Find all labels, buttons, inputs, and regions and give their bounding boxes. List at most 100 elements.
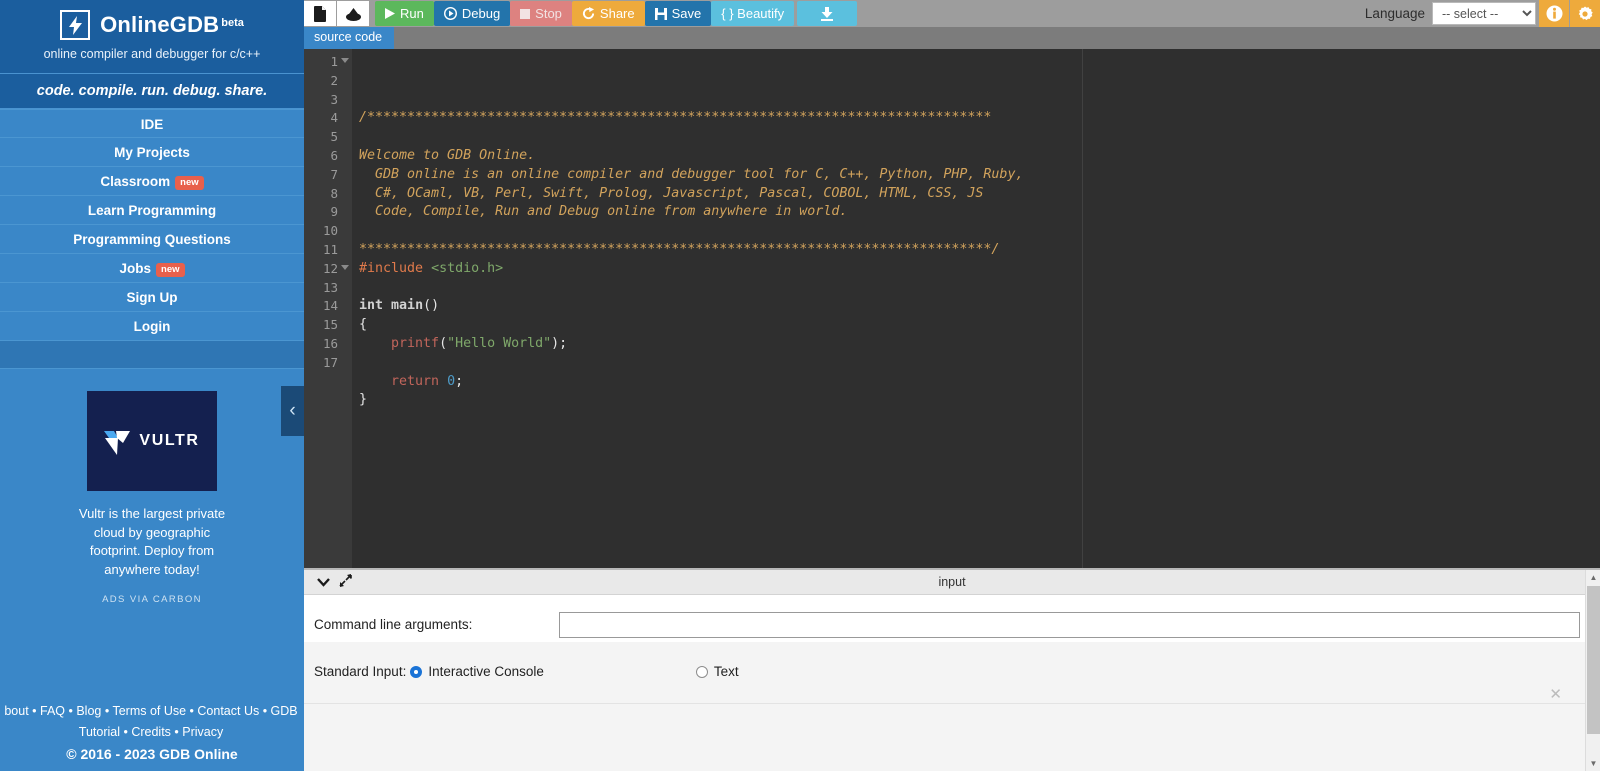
sidebar-item-programming-questions[interactable]: Programming Questions <box>0 225 304 254</box>
sidebar-item-classroom[interactable]: Classroom new <box>0 167 304 196</box>
input-panel-body[interactable] <box>304 703 1585 771</box>
gutter-line-number: 17 <box>322 354 338 370</box>
save-button[interactable]: Save <box>644 1 712 26</box>
footer-links-line-2[interactable]: Tutorial • Credits • Privacy <box>0 722 304 743</box>
code-token: ; <box>455 373 464 389</box>
debug-play-circle-icon <box>443 7 457 20</box>
new-badge: new <box>175 176 204 191</box>
gutter-line-number: 10 <box>322 223 338 239</box>
code-editor[interactable]: 1 2 3 4 5 6 7 8 9 10 11 12 13 14 15 16 17 /*************… <box>304 49 1600 568</box>
beautify-button-label: { } Beautify <box>721 6 785 21</box>
sidebar-item-sign-up[interactable]: Sign Up <box>0 283 304 312</box>
code-token: { <box>359 317 368 333</box>
radio-text[interactable] <box>695 665 708 678</box>
share-button-label: Share <box>599 6 635 21</box>
settings-button[interactable] <box>1570 0 1600 27</box>
sidebar-item-jobs[interactable]: Jobs new <box>0 254 304 283</box>
code-token: "Hello World" <box>447 335 552 351</box>
command-args-label: Command line arguments: <box>314 617 473 632</box>
radio-interactive-console[interactable] <box>410 665 423 678</box>
code-line: /***************************************… <box>359 109 1600 128</box>
upload-file-button[interactable] <box>337 1 369 26</box>
gear-icon <box>1578 6 1593 20</box>
code-token: ****************************************… <box>359 241 1000 257</box>
sidebar: OnlineGDB beta online compiler and debugg… <box>0 0 304 771</box>
stdin-option-interactive-console[interactable]: Interactive Console <box>406 664 544 679</box>
expand-arrows-icon[interactable] <box>334 574 356 590</box>
gutter-line-number: 3 <box>330 91 338 107</box>
ad-attribution[interactable]: ADS VIA CARBON <box>0 594 304 605</box>
code-fold-icon[interactable] <box>341 58 349 63</box>
chevron-down-icon[interactable] <box>312 574 334 590</box>
code-line: Code, Compile, Run and Debug online from… <box>359 203 1600 222</box>
stop-button[interactable]: Stop <box>510 1 572 26</box>
lightning-bolt-icon <box>60 10 91 40</box>
ad-copy: Vultr is the largest private cloud by ge… <box>78 506 226 577</box>
gutter-line-number: 4 <box>330 110 338 126</box>
scroll-down-button[interactable]: ▼ <box>1586 756 1600 771</box>
code-token: ( <box>439 335 448 351</box>
code-line: return 0; <box>359 373 1600 392</box>
gutter-line-number: 9 <box>330 204 338 220</box>
footer-links-line-1[interactable]: bout • FAQ • Blog • Terms of Use • Conta… <box>0 701 304 722</box>
debug-button-label: Debug <box>461 6 501 21</box>
debug-button[interactable]: Debug <box>433 1 511 26</box>
gutter-line-number: 7 <box>330 166 338 182</box>
stdin-option-label: Interactive Console <box>428 664 544 679</box>
sidebar-item-learn-programming[interactable]: Learn Programming <box>0 196 304 225</box>
code-line: printf("Hello World"); <box>359 335 1600 354</box>
advertisement[interactable]: VULTR Vultr is the largest private cloud… <box>0 369 304 605</box>
brand-row[interactable]: OnlineGDB beta <box>0 10 304 40</box>
editor-tabbar: source code <box>304 27 1600 49</box>
vultr-ad-image[interactable]: VULTR <box>87 391 217 491</box>
language-select[interactable]: -- select -- <box>1432 2 1536 25</box>
beautify-button[interactable]: { } Beautify <box>711 1 795 26</box>
panel-scrollbar[interactable]: ▲ ▼ <box>1585 570 1600 771</box>
new-file-button[interactable] <box>304 1 336 26</box>
gutter-line-number: 1 <box>304 53 352 72</box>
brand-tagline: online compiler and debugger for c/c++ <box>43 47 261 61</box>
sidebar-divider <box>0 341 304 369</box>
sidebar-item-label: Sign Up <box>126 290 178 305</box>
copyright-text: © 2016 - 2023 GDB Online <box>66 746 238 762</box>
sidebar-footer: bout • FAQ • Blog • Terms of Use • Conta… <box>0 701 304 771</box>
input-panel-header: input <box>304 570 1600 595</box>
gutter-line-number: 2 <box>330 72 338 88</box>
download-button[interactable] <box>797 1 858 26</box>
run-button[interactable]: Run <box>375 1 434 26</box>
vultr-wordmark: VULTR <box>139 432 200 449</box>
command-args-row: Command line arguments: <box>304 595 1600 642</box>
share-button[interactable]: Share <box>571 1 645 26</box>
sidebar-item-label: Login <box>133 319 171 334</box>
sidebar-item-my-projects[interactable]: My Projects <box>0 138 304 167</box>
tab-label: source code <box>314 30 383 44</box>
sidebar-collapse-button[interactable]: ‹ <box>281 386 304 436</box>
close-icon[interactable]: ✕ <box>1549 685 1562 703</box>
sidebar-item-ide[interactable]: IDE <box>0 109 304 138</box>
command-args-input[interactable] <box>559 611 1580 638</box>
sidebar-item-label: Jobs <box>119 261 152 276</box>
stdin-option-text[interactable]: Text <box>692 664 739 679</box>
new-badge: new <box>156 263 185 278</box>
input-panel-title: input <box>938 575 966 589</box>
code-token: main <box>391 298 424 314</box>
code-token: GDB online is an online compiler and deb… <box>359 166 1024 182</box>
gutter-line-number: 8 <box>330 185 338 201</box>
tab-source-code[interactable]: source code <box>304 27 395 49</box>
stop-square-icon <box>520 8 531 19</box>
editor-gutter: 1 2 3 4 5 6 7 8 9 10 11 12 13 14 15 16 17 <box>304 49 352 568</box>
scroll-up-button[interactable]: ▲ <box>1586 570 1600 585</box>
sidebar-item-login[interactable]: Login <box>0 312 304 341</box>
scrollbar-thumb[interactable] <box>1587 586 1600 734</box>
code-token: return <box>391 373 440 389</box>
info-button[interactable] <box>1539 0 1569 27</box>
brand-block: OnlineGDB beta online compiler and debugg… <box>0 0 304 73</box>
code-token: int <box>359 298 384 314</box>
standard-input-row: Standard Input: Interactive Console Text <box>304 642 1600 687</box>
code-line: ****************************************… <box>359 241 1600 260</box>
code-fold-icon[interactable] <box>341 264 349 270</box>
editor-code-area[interactable]: /***************************************… <box>352 49 1600 568</box>
